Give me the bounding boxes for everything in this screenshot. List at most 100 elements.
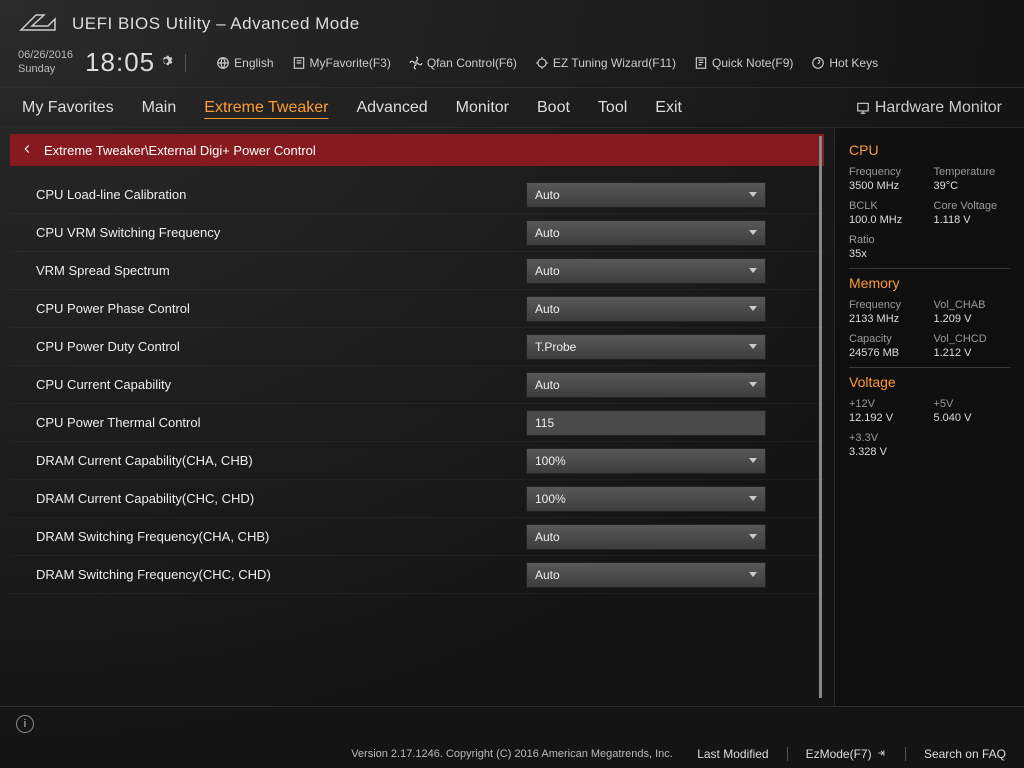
setting-row: CPU Current CapabilityAuto [10,366,824,404]
tab-my-favorites[interactable]: My Favorites [22,99,114,117]
setting-value: Auto [535,264,560,278]
myfavorite-label: MyFavorite(F3) [310,56,391,70]
setting-row: CPU Load-line CalibrationAuto [10,176,824,214]
chevron-down-icon [749,306,757,311]
setting-value: Auto [535,530,560,544]
setting-row: DRAM Current Capability(CHC, CHD) 100% [10,480,824,518]
info-strip: i [0,706,1024,740]
breadcrumb[interactable]: Extreme Tweaker\External Digi+ Power Con… [10,134,824,166]
page-title: UEFI BIOS Utility – Advanced Mode [72,14,360,34]
voltage-section-title: Voltage [849,374,1010,390]
tab-extreme-tweaker[interactable]: Extreme Tweaker [204,99,328,117]
cpu-temperature-value: 39°C [934,180,1011,192]
setting-value: Auto [535,188,560,202]
chevron-down-icon [749,230,757,235]
breadcrumb-text: Extreme Tweaker\External Digi+ Power Con… [44,143,316,158]
chevron-down-icon [749,496,757,501]
quick-access-bar: 06/26/2016 Sunday 18:05 English MyFavori… [0,46,1024,88]
date-text: 06/26/2016 [18,49,73,62]
v12-label: +12V [849,398,926,410]
rog-logo-icon [18,12,58,37]
setting-label: CPU Power Phase Control [36,301,526,316]
setting-label: DRAM Current Capability(CHC, CHD) [36,491,526,506]
search-faq-button[interactable]: Search on FAQ [924,747,1006,761]
setting-dropdown[interactable]: 100% [526,448,766,474]
memory-section-title: Memory [849,275,1010,291]
main-tabs: My Favorites Main Extreme Tweaker Advanc… [0,88,1024,128]
tab-exit[interactable]: Exit [655,99,682,117]
eztuning-label: EZ Tuning Wizard(F11) [553,56,676,70]
ratio-label: Ratio [849,234,926,246]
hotkeys-label: Hot Keys [829,56,878,70]
core-voltage-value: 1.118 V [934,214,1011,226]
capacity-label: Capacity [849,333,926,345]
myfavorite-button[interactable]: MyFavorite(F3) [292,56,391,70]
info-icon[interactable]: i [16,715,34,733]
cpu-frequency-label: Frequency [849,166,926,178]
chevron-down-icon [749,458,757,463]
setting-dropdown[interactable]: Auto [526,182,766,208]
hardware-monitor-label: Hardware Monitor [875,99,1002,117]
vol-chab-label: Vol_CHAB [934,299,1011,311]
language-label: English [234,56,273,70]
last-modified-button[interactable]: Last Modified [697,747,768,761]
chevron-down-icon [749,572,757,577]
qfan-label: Qfan Control(F6) [427,56,517,70]
setting-row: CPU Power Thermal Control115 [10,404,824,442]
tab-advanced[interactable]: Advanced [356,99,427,117]
tab-monitor[interactable]: Monitor [456,99,509,117]
language-button[interactable]: English [216,56,273,70]
chevron-down-icon [749,534,757,539]
v33-value: 3.328 V [849,446,926,458]
hardware-monitor-panel: CPU Frequency Temperature 3500 MHz 39°C … [834,128,1024,706]
setting-row: DRAM Switching Frequency(CHA, CHB) Auto [10,518,824,556]
tab-tool[interactable]: Tool [598,99,627,117]
setting-dropdown[interactable]: Auto [526,372,766,398]
setting-value: Auto [535,378,560,392]
setting-row: DRAM Current Capability(CHA, CHB)100% [10,442,824,480]
cpu-section-title: CPU [849,142,1010,158]
setting-row: DRAM Switching Frequency(CHC, CHD) Auto [10,556,824,594]
v33-label: +3.3V [849,432,926,444]
setting-dropdown[interactable]: Auto [526,258,766,284]
quicknote-button[interactable]: Quick Note(F9) [694,56,793,70]
setting-dropdown[interactable]: Auto [526,562,766,588]
setting-value: Auto [535,226,560,240]
setting-label: VRM Spread Spectrum [36,263,526,278]
setting-label: DRAM Switching Frequency(CHC, CHD) [36,567,526,582]
vol-chab-value: 1.209 V [934,313,1011,325]
v5-value: 5.040 V [934,412,1011,424]
quicknote-label: Quick Note(F9) [712,56,793,70]
vol-chcd-label: Vol_CHCD [934,333,1011,345]
setting-row: CPU Power Duty ControlT.Probe [10,328,824,366]
setting-dropdown[interactable]: 100% [526,486,766,512]
scrollbar[interactable] [819,136,822,698]
vol-chcd-value: 1.212 V [934,347,1011,359]
hotkeys-button[interactable]: Hot Keys [811,56,878,70]
setting-dropdown[interactable]: Auto [526,524,766,550]
gear-icon[interactable] [159,54,173,71]
bclk-value: 100.0 MHz [849,214,926,226]
setting-dropdown[interactable]: T.Probe [526,334,766,360]
settings-rows: CPU Load-line CalibrationAuto CPU VRM Swi… [0,172,834,616]
ratio-value: 35x [849,248,926,260]
eztuning-button[interactable]: EZ Tuning Wizard(F11) [535,56,676,70]
setting-label: DRAM Switching Frequency(CHA, CHB) [36,529,526,544]
hardware-monitor-header: Hardware Monitor [856,99,1002,117]
setting-dropdown[interactable]: Auto [526,220,766,246]
tab-main[interactable]: Main [142,99,177,117]
qfan-button[interactable]: Qfan Control(F6) [409,56,517,70]
chevron-down-icon [749,382,757,387]
setting-input[interactable]: 115 [526,410,766,436]
ezmode-button[interactable]: EzMode(F7) [806,747,887,761]
setting-dropdown[interactable]: Auto [526,296,766,322]
setting-value: Auto [535,568,560,582]
capacity-value: 24576 MB [849,347,926,359]
setting-value: 100% [535,492,566,506]
v12-value: 12.192 V [849,412,926,424]
footer: Version 2.17.1246. Copyright (C) 2016 Am… [0,740,1024,768]
back-arrow-icon[interactable] [20,142,34,159]
setting-value: T.Probe [535,340,576,354]
setting-label: CPU VRM Switching Frequency [36,225,526,240]
tab-boot[interactable]: Boot [537,99,570,117]
